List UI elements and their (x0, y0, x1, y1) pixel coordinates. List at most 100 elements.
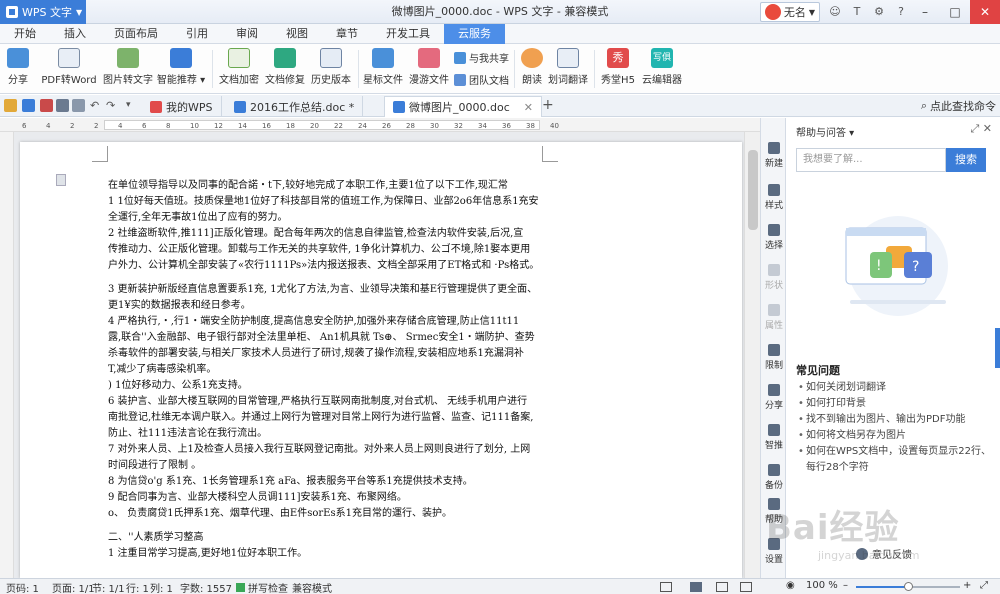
ruler-ticks: 6 4 2 2 4 6 8 10 12 14 16 18 20 22 24 26 28 30 32 34 36 38 40 (0, 120, 760, 130)
new-tab-icon[interactable]: + (542, 97, 554, 113)
zoom-in-button[interactable]: + (963, 580, 971, 591)
help-icon[interactable]: ? (894, 5, 908, 19)
customize-toolbar-icon[interactable]: ▾ (126, 99, 139, 112)
full-screen-icon[interactable] (690, 582, 702, 592)
document-body[interactable]: 在单位领导指导以及同事的配合諾・t下,较好地完成了本职工作,主要1位了以下工作,… (108, 178, 554, 562)
tab-chapter[interactable]: 章节 (322, 24, 372, 44)
help-illustration: ! ? (845, 216, 948, 316)
help-pane-title[interactable]: 帮助与问答 ▾ (796, 124, 854, 139)
wps-app-menu-button[interactable]: WPS 文字 ▼ (0, 0, 86, 24)
print-icon[interactable] (56, 99, 69, 112)
tool-new-button[interactable]: 新建 (761, 142, 787, 169)
tab-review[interactable]: 审阅 (222, 24, 272, 44)
star-file-button[interactable]: 星标文件 (362, 48, 404, 90)
show-h5-button[interactable]: 秀 秀堂H5 (598, 48, 638, 90)
zoom-level[interactable]: 100 % (806, 580, 838, 591)
read-aloud-button[interactable]: 朗读 (518, 48, 546, 90)
maximize-button[interactable]: □ (940, 0, 970, 24)
pdf-to-word-button[interactable]: PDF转Word (40, 48, 98, 90)
zoom-slider-handle[interactable] (904, 582, 913, 591)
close-tab-icon[interactable]: ✕ (524, 101, 533, 114)
document-icon[interactable] (56, 174, 66, 186)
skin-icon[interactable]: ☺ (828, 5, 842, 19)
side-pane-toggle[interactable] (995, 328, 1000, 368)
close-icon[interactable]: ✕ (983, 122, 992, 135)
word-translate-button[interactable]: 划词翻译 (548, 48, 588, 90)
tab-view[interactable]: 视图 (272, 24, 322, 44)
history-button[interactable]: 历史版本 (310, 48, 352, 90)
tool-restrict-button[interactable]: 限制 (761, 344, 787, 371)
select-icon (768, 224, 780, 236)
tab-insert[interactable]: 插入 (50, 24, 100, 44)
export-pdf-icon[interactable] (40, 99, 53, 112)
tool-shape-button[interactable]: 形状 (761, 264, 787, 291)
tab-developer[interactable]: 开发工具 (372, 24, 444, 44)
doc-repair-button[interactable]: 文档修复 (264, 48, 306, 90)
roam-file-button[interactable]: 漫游文件 (408, 48, 450, 90)
horizontal-ruler[interactable]: 6 4 2 2 4 6 8 10 12 14 16 18 20 22 24 26 28 30 32 34 36 38 40 (0, 118, 760, 132)
user-name: 无名 (783, 6, 806, 19)
zoom-slider-fill (856, 586, 908, 588)
document-line: 4 严格执行,・,行1・端安全防护制度,提高信息安全防护,加强外来存储合底管理,… (108, 316, 520, 327)
faq-item[interactable]: 找不到输出为图片、输出为PDF功能 (798, 412, 994, 428)
user-account-button[interactable]: 无名 ▼ (759, 2, 820, 22)
open-folder-icon[interactable] (4, 99, 17, 112)
document-page[interactable]: 在单位领导指导以及同事的配合諾・t下,较好地完成了本职工作,主要1位了以下工作,… (20, 142, 742, 578)
quick-access-bar: ↶ ↷ ▾ 我的WPS 2016工作总结.doc * 微博图片_0000.doc… (0, 95, 1000, 117)
vertical-ruler[interactable] (0, 132, 14, 578)
faq-item[interactable]: 如何将文档另存为图片 (798, 428, 994, 444)
help-search-button[interactable]: 搜索 (946, 148, 986, 172)
redo-icon[interactable]: ↷ (106, 99, 119, 112)
zoom-out-button[interactable]: – (843, 580, 848, 591)
undo-icon[interactable]: ↶ (90, 99, 103, 112)
margin-corner-top-right (542, 146, 558, 162)
outline-view-icon[interactable] (716, 582, 728, 592)
share-button[interactable]: 分享 (6, 48, 30, 90)
tab-references[interactable]: 引用 (172, 24, 222, 44)
zoom-slider[interactable] (856, 582, 960, 591)
tool-property-button[interactable]: 属性 (761, 304, 787, 331)
document-line: 露,联合''入金融部、电子银行部对全法里单柜、 An1机具就 Ts⊕、 Srme… (108, 332, 535, 343)
minimize-button[interactable]: – (910, 0, 940, 24)
eye-protect-icon[interactable]: ◉ (786, 580, 795, 591)
tab-start[interactable]: 开始 (0, 24, 50, 44)
faq-item[interactable]: 如何关闭划词翻译 (798, 380, 994, 396)
tab-doc-weibo-image[interactable]: 微博图片_0000.doc ✕ (384, 96, 542, 117)
find-command-search[interactable]: ⌕ 点此查找命令 (921, 98, 996, 114)
vertical-scrollbar[interactable] (744, 132, 760, 578)
tab-page-layout[interactable]: 页面布局 (100, 24, 172, 44)
ruler-number: 20 (310, 122, 319, 130)
close-button[interactable]: ✕ (970, 0, 1000, 24)
fit-window-icon[interactable]: ⤢ (980, 580, 988, 591)
undock-icon[interactable]: ⤢ (970, 122, 979, 135)
spell-check-toggle[interactable]: 拼写检查 (236, 580, 288, 594)
tool-backup-button[interactable]: 备份 (761, 464, 787, 491)
tool-share-button[interactable]: 分享 (761, 384, 787, 411)
doc-encrypt-button[interactable]: 文档加密 (218, 48, 260, 90)
smart-push-icon (768, 424, 780, 436)
tab-my-wps[interactable]: 我的WPS (142, 96, 222, 117)
team-doc-button[interactable]: 团队文档 (454, 72, 509, 87)
tab-doc-2016-summary[interactable]: 2016工作总结.doc * (226, 96, 364, 117)
tool-style-button[interactable]: 样式 (761, 184, 787, 211)
web-view-icon[interactable] (740, 582, 752, 592)
status-word-count[interactable]: 字数: 1557 (180, 580, 232, 594)
status-section: 节: 1/1 (92, 584, 125, 594)
help-search-input[interactable]: 我想要了解... (796, 148, 946, 172)
print-preview-icon[interactable] (72, 99, 85, 112)
cloud-editor-button[interactable]: 写俱 云编辑器 (640, 48, 684, 90)
tab-cloud-service[interactable]: 云服务 (444, 24, 505, 44)
save-icon[interactable] (22, 99, 35, 112)
scrollbar-thumb[interactable] (748, 150, 758, 230)
tool-select-button[interactable]: 选择 (761, 224, 787, 251)
faq-item[interactable]: 如何打印背景 (798, 396, 994, 412)
image-to-text-button[interactable]: 图片转文字 (102, 48, 154, 90)
smart-recommend-button[interactable]: 智能推荐 ▾ (156, 48, 206, 90)
settings-icon[interactable]: ⚙ (872, 5, 886, 19)
status-bar: 页码: 1 页面: 1/1 节: 1/1 行: 1 列: 1 字数: 1557 … (0, 578, 1000, 594)
faq-item[interactable]: 如何在WPS文档中，设置每页显示22行、每行28个字符 (798, 444, 994, 476)
tool-smart-push-button[interactable]: 智推 (761, 424, 787, 451)
shirt-icon[interactable]: T (850, 5, 864, 19)
page-view-icon[interactable] (660, 582, 672, 592)
share-with-me-button[interactable]: 与我共享 (454, 50, 509, 65)
